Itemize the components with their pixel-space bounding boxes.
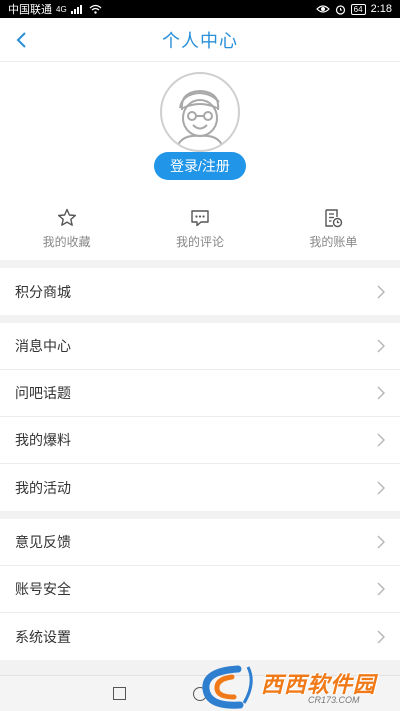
menu-group-points: 积分商城	[0, 268, 400, 315]
bills-label: 我的账单	[309, 235, 358, 249]
menu-group-content: 消息中心 问吧话题 我的爆料 我的活动	[0, 323, 400, 511]
menu-item-points-mall[interactable]: 积分商城	[0, 268, 400, 315]
bill-icon	[325, 209, 343, 228]
comments-button[interactable]: 我的评论	[133, 207, 266, 250]
menu-item-my-activities[interactable]: 我的活动	[0, 464, 400, 511]
menu-item-feedback[interactable]: 意见反馈	[0, 519, 400, 566]
chevron-right-icon	[377, 535, 385, 549]
clock: 2:18	[370, 3, 392, 15]
chevron-right-icon	[377, 285, 385, 298]
eye-icon	[315, 5, 330, 13]
recent-apps-button[interactable]	[113, 687, 126, 700]
menu-item-label: 意见反馈	[15, 534, 71, 550]
quick-actions: 我的收藏 我的评论 我的账单	[0, 207, 400, 250]
menu-item-label: 积分商城	[15, 283, 71, 300]
default-avatar-icon	[175, 89, 225, 150]
menu-item-my-reports[interactable]: 我的爆料	[0, 417, 400, 464]
menu-item-label: 账号安全	[15, 581, 71, 597]
status-bar: 中国联通 4G 64 2:18	[0, 0, 400, 18]
watermark-site: CR173.COM	[308, 695, 360, 705]
chevron-right-icon	[377, 481, 385, 494]
comment-icon	[191, 210, 209, 227]
carrier-label: 中国联通	[8, 4, 52, 16]
watermark: 西西软件园 CR173.COM	[198, 663, 400, 711]
menu-group-settings: 意见反馈 账号安全 系统设置	[0, 519, 400, 660]
top-navbar: 个人中心	[0, 18, 400, 62]
page-title: 个人中心	[162, 30, 238, 51]
network-label: 4G	[56, 4, 67, 14]
signal-icon	[70, 5, 82, 14]
profile-section: 登录/注册 我的收藏 我的评论 我的账单	[0, 62, 400, 260]
chevron-left-icon	[16, 32, 26, 48]
avatar[interactable]	[160, 72, 240, 152]
comments-label: 我的评论	[175, 235, 224, 249]
favorites-label: 我的收藏	[42, 235, 91, 249]
chevron-right-icon	[377, 433, 385, 447]
chevron-right-icon	[377, 339, 385, 353]
menu-item-account-security[interactable]: 账号安全	[0, 566, 400, 613]
menu-item-label: 问吧话题	[15, 385, 71, 401]
chevron-right-icon	[377, 630, 385, 643]
bills-button[interactable]: 我的账单	[267, 207, 400, 250]
battery-indicator: 64	[350, 3, 366, 15]
chevron-right-icon	[377, 582, 385, 596]
star-icon	[57, 208, 76, 226]
menu-item-label: 我的活动	[15, 479, 71, 496]
menu-item-message-center[interactable]: 消息中心	[0, 323, 400, 370]
favorites-button[interactable]: 我的收藏	[0, 207, 133, 250]
menu-item-label: 系统设置	[15, 628, 71, 645]
login-register-button[interactable]: 登录/注册	[154, 152, 246, 180]
back-button[interactable]	[8, 27, 34, 53]
menu-item-system-settings[interactable]: 系统设置	[0, 613, 400, 660]
menu-item-label: 消息中心	[15, 338, 71, 354]
alarm-icon	[335, 4, 345, 15]
menu-item-topics[interactable]: 问吧话题	[0, 370, 400, 417]
menu-item-label: 我的爆料	[15, 432, 71, 448]
wifi-icon	[89, 4, 102, 14]
chevron-right-icon	[377, 386, 385, 400]
